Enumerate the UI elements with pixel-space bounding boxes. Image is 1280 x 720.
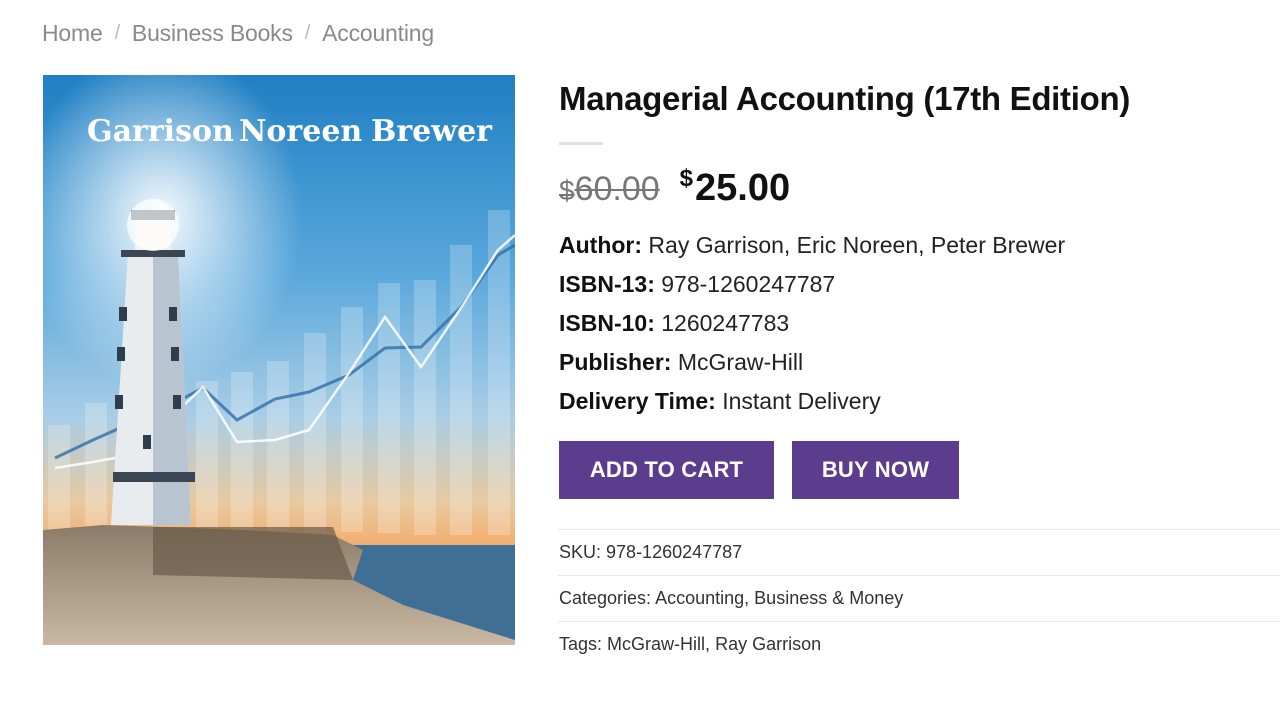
sku-label: SKU: bbox=[559, 542, 602, 562]
spec-value: Instant Delivery bbox=[722, 388, 881, 414]
tags-row: Tags: McGraw-Hill, Ray Garrison bbox=[559, 621, 1280, 667]
spec-label: Delivery Time: bbox=[559, 388, 716, 414]
add-to-cart-button[interactable]: ADD TO CART bbox=[559, 441, 774, 499]
spec-isbn10: ISBN-10: 1260247783 bbox=[559, 304, 1279, 343]
categories-label: Categories: bbox=[559, 588, 652, 608]
sku-value: 978-1260247787 bbox=[606, 542, 743, 562]
product-cover-image[interactable]: Garrison Noreen Brewer bbox=[43, 75, 515, 645]
price-row: $60.00 $25.00 bbox=[559, 165, 1279, 210]
spec-author: Author: Ray Garrison, Eric Noreen, Peter… bbox=[559, 226, 1279, 265]
spec-value: Ray Garrison, Eric Noreen, Peter Brewer bbox=[648, 232, 1066, 258]
breadcrumb-business-books[interactable]: Business Books bbox=[132, 20, 293, 47]
spec-publisher: Publisher: McGraw-Hill bbox=[559, 343, 1279, 382]
spec-label: Author: bbox=[559, 232, 643, 258]
breadcrumb-separator: / bbox=[114, 22, 121, 44]
sale-price-currency: $ bbox=[679, 165, 694, 192]
product-info: Managerial Accounting (17th Edition) $60… bbox=[559, 80, 1280, 667]
product-title: Managerial Accounting (17th Edition) bbox=[559, 80, 1131, 117]
category-link-business-money[interactable]: Business & Money bbox=[754, 588, 903, 608]
breadcrumb-accounting[interactable]: Accounting bbox=[322, 20, 434, 47]
tag-link-mcgraw-hill[interactable]: McGraw-Hill bbox=[607, 634, 705, 654]
old-price-value: 60.00 bbox=[574, 170, 660, 208]
spec-value: 1260247783 bbox=[661, 310, 790, 336]
spec-isbn13: ISBN-13: 978-1260247787 bbox=[559, 265, 1279, 304]
breadcrumb: Home / Business Books / Accounting bbox=[42, 20, 434, 47]
product-meta: SKU: 978-1260247787 Categories: Accounti… bbox=[559, 529, 1280, 667]
old-price-currency: $ bbox=[559, 175, 575, 206]
tags-label: Tags: bbox=[559, 634, 603, 654]
cover-author-2: Noreen bbox=[239, 114, 362, 149]
sale-price-value: 25.00 bbox=[695, 167, 791, 209]
category-link-accounting[interactable]: Accounting bbox=[655, 588, 744, 608]
breadcrumb-home[interactable]: Home bbox=[42, 20, 103, 47]
spec-label: ISBN-10: bbox=[559, 310, 655, 336]
spec-delivery-time: Delivery Time: Instant Delivery bbox=[559, 382, 1279, 421]
cover-author-1: Garrison bbox=[87, 114, 234, 149]
spec-value: 978-1260247787 bbox=[661, 271, 836, 297]
old-price: $60.00 bbox=[559, 170, 660, 209]
buy-now-button[interactable]: BUY NOW bbox=[792, 441, 959, 499]
spec-label: ISBN-13: bbox=[559, 271, 655, 297]
spec-label: Publisher: bbox=[559, 349, 672, 375]
product-specs: Author: Ray Garrison, Eric Noreen, Peter… bbox=[559, 226, 1279, 421]
title-divider bbox=[559, 142, 603, 145]
cover-author-3: Brewer bbox=[371, 114, 493, 149]
sku-row: SKU: 978-1260247787 bbox=[559, 529, 1280, 575]
action-buttons: ADD TO CART BUY NOW bbox=[559, 441, 1279, 499]
tag-link-ray-garrison[interactable]: Ray Garrison bbox=[715, 634, 821, 654]
spec-value: McGraw-Hill bbox=[677, 349, 804, 375]
categories-row: Categories: Accounting, Business & Money bbox=[559, 575, 1280, 621]
breadcrumb-separator: / bbox=[304, 22, 311, 44]
sale-price: $25.00 bbox=[679, 165, 791, 210]
